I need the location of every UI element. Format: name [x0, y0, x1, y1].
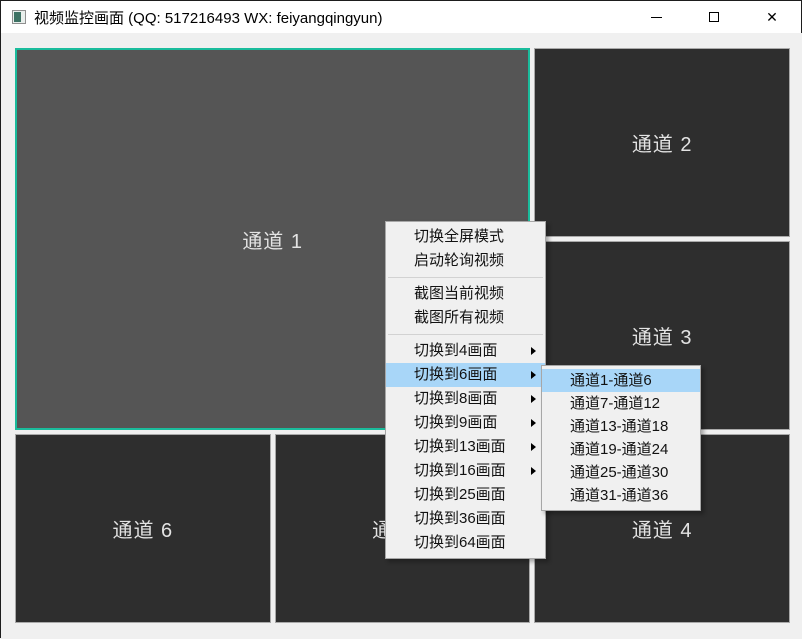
channel-label: 通道 6: [112, 514, 173, 543]
titlebar[interactable]: 视频监控画面 (QQ: 517216493 WX: feiyangqingyun…: [1, 1, 801, 33]
app-icon-pane: [14, 12, 21, 22]
minimize-button[interactable]: [627, 1, 685, 33]
menu-item-switch-13[interactable]: 切换到13画面: [386, 435, 545, 459]
submenu-arrow-icon: [531, 347, 536, 355]
channel-cell-2[interactable]: 通道 2: [534, 48, 790, 237]
menu-item-snapshot-all[interactable]: 截图所有视频: [386, 306, 545, 330]
menu-item-label: 切换到9画面: [414, 414, 497, 431]
close-icon: ✕: [766, 10, 778, 24]
submenu-arrow-icon: [531, 371, 536, 379]
menu-item-switch-9[interactable]: 切换到9画面: [386, 411, 545, 435]
submenu-arrow-icon: [531, 467, 536, 475]
menu-item-label: 切换到8画面: [414, 390, 497, 407]
menu-item-label: 切换到6画面: [414, 366, 497, 383]
menu-item-poll-video[interactable]: 启动轮询视频: [386, 249, 545, 273]
context-submenu: 通道1-通道6 通道7-通道12 通道13-通道18 通道19-通道24 通道2…: [541, 365, 701, 511]
menu-item-switch-16[interactable]: 切换到16画面: [386, 459, 545, 483]
menu-item-switch-36[interactable]: 切换到36画面: [386, 507, 545, 531]
app-icon: [12, 10, 26, 24]
close-button[interactable]: ✕: [743, 1, 801, 33]
window-controls: ✕: [627, 1, 801, 33]
submenu-item-ch1-6[interactable]: 通道1-通道6: [542, 369, 700, 392]
submenu-item-ch25-30[interactable]: 通道25-通道30: [542, 461, 700, 484]
submenu-item-ch13-18[interactable]: 通道13-通道18: [542, 415, 700, 438]
submenu-arrow-icon: [531, 395, 536, 403]
menu-item-switch-64[interactable]: 切换到64画面: [386, 531, 545, 555]
channel-label: 通道 1: [242, 225, 303, 254]
submenu-item-ch19-24[interactable]: 通道19-通道24: [542, 438, 700, 461]
submenu-item-ch31-36[interactable]: 通道31-通道36: [542, 484, 700, 507]
menu-item-snapshot-current[interactable]: 截图当前视频: [386, 282, 545, 306]
maximize-button[interactable]: [685, 1, 743, 33]
menu-item-switch-4[interactable]: 切换到4画面: [386, 339, 545, 363]
channel-label: 通道 3: [632, 321, 693, 350]
menu-separator: [388, 277, 543, 278]
submenu-arrow-icon: [531, 419, 536, 427]
menu-item-switch-8[interactable]: 切换到8画面: [386, 387, 545, 411]
menu-item-label: 切换到16画面: [414, 462, 506, 479]
menu-item-label: 切换到4画面: [414, 342, 497, 359]
channel-cell-6[interactable]: 通道 6: [15, 434, 271, 623]
menu-item-switch-25[interactable]: 切换到25画面: [386, 483, 545, 507]
menu-item-switch-6[interactable]: 切换到6画面: [386, 363, 545, 387]
app-window: { "window": { "title": "视频监控画面 (QQ: 5172…: [0, 0, 802, 638]
submenu-arrow-icon: [531, 443, 536, 451]
maximize-icon: [709, 12, 719, 22]
minimize-icon: [651, 17, 662, 18]
channel-label: 通道 4: [632, 514, 693, 543]
menu-item-fullscreen[interactable]: 切换全屏模式: [386, 225, 545, 249]
context-menu: 切换全屏模式 启动轮询视频 截图当前视频 截图所有视频 切换到4画面 切换到6画…: [385, 221, 546, 559]
window-title: 视频监控画面 (QQ: 517216493 WX: feiyangqingyun…: [34, 7, 383, 28]
channel-label: 通道 2: [632, 128, 693, 157]
submenu-item-ch7-12[interactable]: 通道7-通道12: [542, 392, 700, 415]
menu-item-label: 切换到13画面: [414, 438, 506, 455]
menu-separator: [388, 334, 543, 335]
